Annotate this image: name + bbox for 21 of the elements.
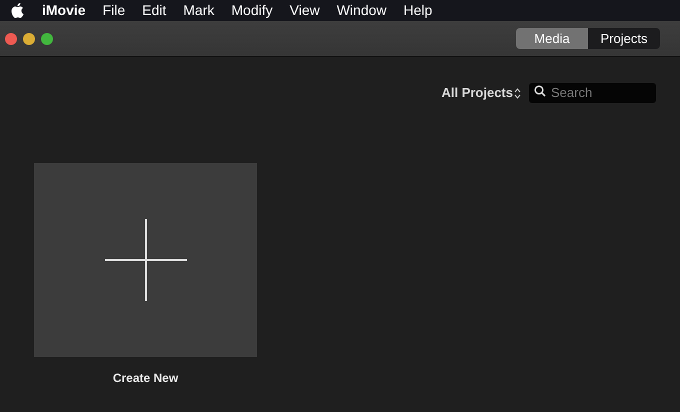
menu-item[interactable]: Window [336,0,387,21]
zoom-icon[interactable] [41,32,53,44]
menu-item[interactable]: Edit [142,0,166,21]
projects-filter[interactable]: All Projects [441,83,521,103]
plus-icon [104,219,186,301]
tile-label: Create New [112,370,178,387]
menu-item[interactable]: File [102,0,126,21]
menu-item[interactable]: View [290,0,320,21]
close-icon[interactable] [5,32,17,44]
tab[interactable]: Media [516,28,588,49]
menu-item[interactable]: Modify [231,0,273,21]
apple-icon[interactable] [11,2,25,18]
create-new-tile[interactable] [34,163,257,357]
search-icon [534,85,546,97]
minimize-icon[interactable] [23,32,35,44]
search-field[interactable]: Search [529,82,656,102]
tab[interactable]: Projects [588,28,660,49]
menu-item[interactable]: Help [404,0,432,21]
menu-item[interactable]: iMovie [42,0,86,21]
updown-icon [514,88,521,98]
menu-item[interactable]: Mark [183,0,214,21]
